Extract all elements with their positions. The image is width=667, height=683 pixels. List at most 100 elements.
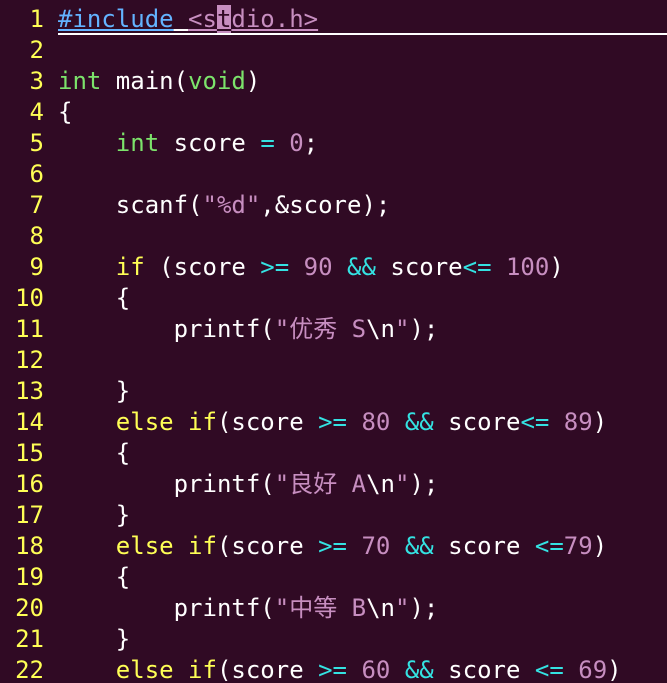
line-number: 8 <box>29 222 44 250</box>
line-number: 10 <box>15 284 44 312</box>
code-text[interactable]: int score = 0; <box>58 128 667 159</box>
code-token: dio.h> <box>231 5 319 33</box>
code-line[interactable]: 18 else if(score >= 70 && score <=79) <box>0 531 667 562</box>
code-line[interactable]: 19 { <box>0 562 667 593</box>
line-number: 21 <box>15 625 44 653</box>
code-token: ) <box>245 67 261 95</box>
code-line[interactable]: 12 <box>0 345 667 376</box>
code-text[interactable] <box>58 345 667 376</box>
line-number: 17 <box>15 501 44 529</box>
code-token: 0 <box>289 129 304 157</box>
code-line[interactable]: 15 { <box>0 438 667 469</box>
code-token: ,&score); <box>260 191 391 219</box>
code-token: printf( <box>58 470 275 498</box>
code-token: <s <box>188 5 217 33</box>
code-token: } <box>58 625 131 653</box>
code-token: { <box>58 98 73 126</box>
code-line[interactable]: 17 } <box>0 500 667 531</box>
code-token: if <box>188 656 217 683</box>
code-text[interactable]: } <box>58 376 667 407</box>
code-text[interactable]: else if(score >= 70 && score <=79) <box>58 531 667 562</box>
line-number: 19 <box>15 563 44 591</box>
line-number: 15 <box>15 439 44 467</box>
code-text[interactable]: printf("优秀 S\n"); <box>58 314 667 345</box>
code-text[interactable]: { <box>58 97 667 128</box>
code-token: "优秀 S <box>274 315 367 343</box>
code-line[interactable]: 22 else if(score >= 60 && score <= 69) <box>0 655 667 683</box>
code-token: \n <box>366 315 396 343</box>
code-text[interactable] <box>58 159 667 190</box>
code-token: "良好 A <box>274 470 367 498</box>
code-text[interactable]: scanf("%d",&score); <box>58 190 667 221</box>
code-text[interactable] <box>58 35 667 66</box>
code-text[interactable]: { <box>58 562 667 593</box>
code-line[interactable]: 16 printf("良好 A\n"); <box>0 469 667 500</box>
code-line[interactable]: 4{ <box>0 97 667 128</box>
code-token: " <box>395 470 410 498</box>
code-token: && <box>404 532 434 560</box>
code-token: ) <box>592 408 608 436</box>
code-token: if <box>115 253 145 281</box>
code-token: >= <box>318 532 348 560</box>
code-text[interactable]: if (score >= 90 && score<= 100) <box>58 252 667 283</box>
code-line[interactable]: 11 printf("优秀 S\n"); <box>0 314 667 345</box>
code-text[interactable]: { <box>58 283 667 314</box>
code-text[interactable]: else if(score >= 80 && score<= 89) <box>58 407 667 438</box>
vim-editor[interactable]: 1 #include <stdio.h> 2 3 int main(void) 4{5 i… <box>0 0 667 683</box>
code-text[interactable]: int main(void) <box>58 66 667 97</box>
code-line[interactable]: 10 { <box>0 283 667 314</box>
code-line[interactable]: 7 scanf("%d",&score); <box>0 190 667 221</box>
code-text[interactable]: } <box>58 624 667 655</box>
line-number: 14 <box>15 408 44 436</box>
code-token: 79 <box>563 532 593 560</box>
code-line[interactable]: 8 <box>0 221 667 252</box>
code-token: else <box>115 532 174 560</box>
code-line[interactable]: 9 if (score >= 90 && score<= 100) <box>0 252 667 283</box>
code-token: <= <box>520 408 550 436</box>
code-text[interactable] <box>58 221 667 252</box>
code-text[interactable]: { <box>58 438 667 469</box>
code-line[interactable]: 5 int score = 0; <box>0 128 667 159</box>
line-number: 13 <box>15 377 44 405</box>
code-token: #include <box>58 5 174 33</box>
code-text[interactable]: #include <stdio.h> <box>58 4 667 35</box>
code-line[interactable]: 21 } <box>0 624 667 655</box>
code-text[interactable]: else if(score >= 60 && score <= 69) <box>58 655 667 683</box>
code-line[interactable]: 6 <box>0 159 667 190</box>
code-line[interactable]: 2 <box>0 35 667 66</box>
code-token: 60 <box>361 656 391 683</box>
code-token: (score <box>216 408 319 436</box>
code-token: \n <box>366 594 396 622</box>
code-line[interactable]: 3 int main(void) <box>0 66 667 97</box>
code-line[interactable]: 13 } <box>0 376 667 407</box>
code-token: 90 <box>303 253 333 281</box>
line-number: 6 <box>29 160 44 188</box>
code-token: ); <box>409 594 439 622</box>
code-token: ); <box>409 470 439 498</box>
code-token: if <box>188 408 217 436</box>
code-token: && <box>404 408 434 436</box>
code-token: "中等 B <box>274 594 367 622</box>
code-token: if <box>188 532 217 560</box>
code-token: score <box>375 253 463 281</box>
code-token: ) <box>549 253 564 281</box>
code-line[interactable]: 1 #include <stdio.h> <box>0 4 667 35</box>
code-line[interactable]: 20 printf("中等 B\n"); <box>0 593 667 624</box>
code-token: && <box>404 656 434 683</box>
code-token: } <box>58 377 131 405</box>
code-text[interactable]: printf("良好 A\n"); <box>58 469 667 500</box>
code-text[interactable]: } <box>58 500 667 531</box>
code-token: (score <box>144 253 261 281</box>
code-line[interactable]: 14 else if(score >= 80 && score<= 89) <box>0 407 667 438</box>
code-text[interactable]: printf("中等 B\n"); <box>58 593 667 624</box>
